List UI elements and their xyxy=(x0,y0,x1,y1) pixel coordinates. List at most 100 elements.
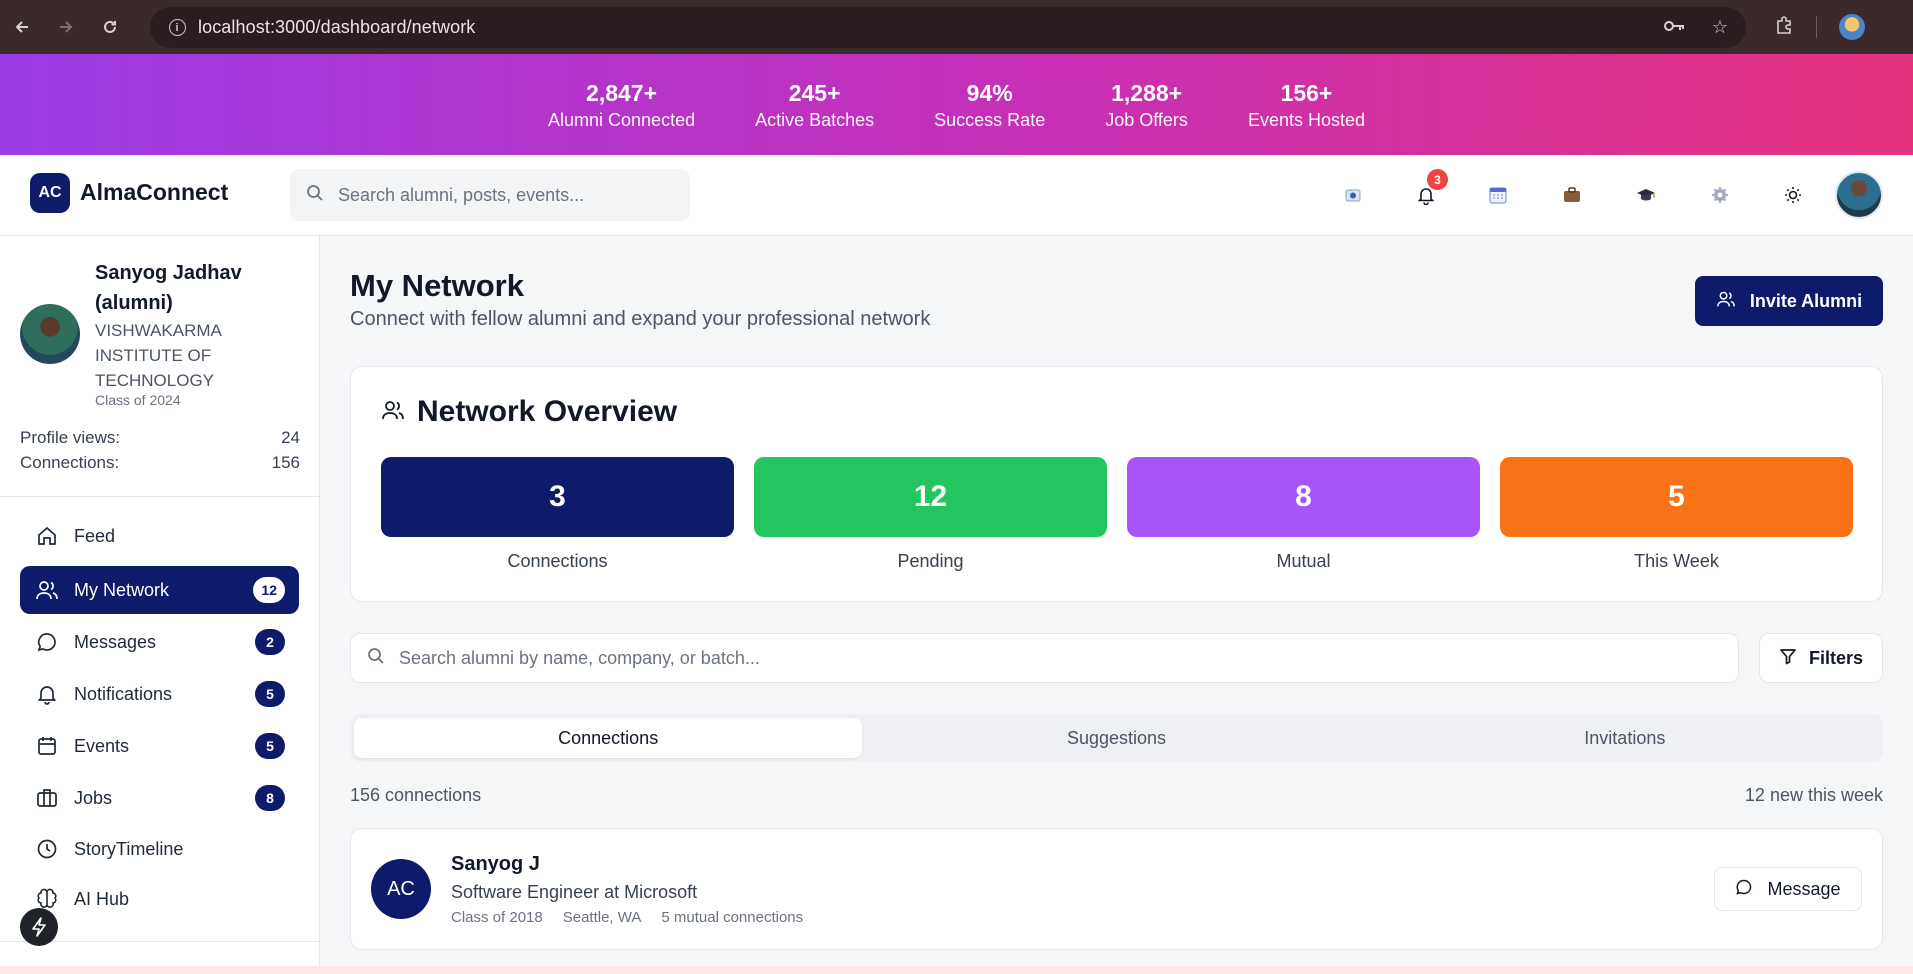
url-text: localhost:3000/dashboard/network xyxy=(198,17,476,37)
stat-value: 2,847+ xyxy=(586,79,658,106)
overview-pending-card[interactable]: 12 xyxy=(754,457,1107,537)
profile-views-row: Profile views: 24 xyxy=(20,428,300,448)
notification-count-badge: 3 xyxy=(1427,169,1448,190)
sidebar-item-label: My Network xyxy=(74,579,170,600)
profile-school: VISHWAKARMA INSTITUTE OF TECHNOLOGY xyxy=(95,321,221,390)
stats-banner: 2,847+ Alumni Connected 245+ Active Batc… xyxy=(0,54,1913,155)
tab-suggestions[interactable]: Suggestions xyxy=(862,718,1370,758)
briefcase-icon[interactable] xyxy=(1554,177,1590,213)
connection-location: Seattle, WA xyxy=(562,909,642,926)
global-search-input[interactable] xyxy=(338,184,658,206)
connection-card[interactable]: AC Sanyog J Software Engineer at Microso… xyxy=(350,828,1883,950)
connection-mutual: 5 mutual connections xyxy=(661,909,804,926)
quick-action-bolt-icon[interactable] xyxy=(20,908,58,946)
key-icon[interactable] xyxy=(1663,17,1686,38)
calendar-icon[interactable] xyxy=(1480,177,1516,213)
back-icon[interactable] xyxy=(0,0,44,54)
sidebar-item-events[interactable]: Events 5 xyxy=(20,722,299,770)
user-avatar[interactable] xyxy=(1835,171,1883,219)
sidebar: Sanyog Jadhav (alumni) VISHWAKARMA INSTI… xyxy=(0,236,320,974)
connection-name[interactable]: Sanyog J xyxy=(451,853,540,876)
sidebar-divider xyxy=(0,496,320,497)
users-icon xyxy=(20,579,74,601)
sidebar-item-label: Messages xyxy=(74,631,157,652)
filters-label: Filters xyxy=(1808,647,1864,668)
sidebar-item-label: StoryTimeline xyxy=(74,838,184,859)
address-bar[interactable]: i localhost:3000/dashboard/network ☆ xyxy=(150,7,1746,48)
sidebar-item-label: AI Hub xyxy=(74,888,130,909)
message-label: Message xyxy=(1767,878,1841,899)
stat-label: Job Offers xyxy=(1105,109,1188,130)
app-name[interactable]: AlmaConnect xyxy=(80,179,228,206)
message-icon xyxy=(20,631,74,653)
stat-value: 94% xyxy=(966,79,1013,106)
profile-name[interactable]: Sanyog Jadhav (alumni) xyxy=(95,258,305,318)
message-icon xyxy=(1735,878,1753,901)
users-icon xyxy=(1716,290,1736,313)
alumni-search-input[interactable] xyxy=(399,647,1699,669)
sidebar-item-label: Events xyxy=(74,735,130,756)
sidebar-item-my-network[interactable]: My Network 12 xyxy=(20,566,299,614)
connections-row: Connections: 156 xyxy=(20,453,300,473)
bookmark-star-icon[interactable]: ☆ xyxy=(1712,17,1728,38)
reload-icon[interactable] xyxy=(88,0,132,54)
connection-avatar[interactable]: AC xyxy=(371,859,431,919)
stat-label: Alumni Connected xyxy=(548,109,696,130)
profile-class: Class of 2024 xyxy=(95,392,181,408)
sidebar-item-ai-hub[interactable]: AI Hub xyxy=(20,875,299,923)
page-subtitle: Connect with fellow alumni and expand yo… xyxy=(350,308,931,330)
profile-views-label: Profile views: xyxy=(20,428,121,447)
network-overview-title: Network Overview xyxy=(381,395,677,429)
stat-label: Active Batches xyxy=(755,109,875,130)
site-info-icon[interactable]: i xyxy=(156,19,198,36)
network-tabs: Connections Suggestions Invitations xyxy=(350,714,1883,762)
connections-label: Connections: xyxy=(20,453,120,472)
calendar-icon xyxy=(20,735,74,757)
stat-active-batches: 245+ Active Batches xyxy=(725,78,904,132)
overview-mutual-card[interactable]: 8 xyxy=(1127,457,1480,537)
stat-success-rate: 94% Success Rate xyxy=(904,78,1075,132)
invite-alumni-button[interactable]: Invite Alumni xyxy=(1695,276,1883,326)
clock-icon xyxy=(20,838,74,860)
camera-icon[interactable] xyxy=(1335,177,1371,213)
graduation-cap-icon[interactable] xyxy=(1628,177,1664,213)
browser-profile-avatar[interactable] xyxy=(1839,14,1865,40)
message-button[interactable]: Message xyxy=(1714,867,1862,911)
notifications-bell-icon[interactable]: 3 xyxy=(1408,169,1448,213)
tab-invitations[interactable]: Invitations xyxy=(1371,718,1879,758)
search-icon xyxy=(306,184,324,207)
sidebar-item-feed[interactable]: Feed xyxy=(20,512,299,560)
new-this-week: 12 new this week xyxy=(1744,785,1883,805)
logo[interactable]: AC xyxy=(30,173,70,213)
bottom-strip xyxy=(0,966,1913,974)
overview-this-week-card[interactable]: 5 xyxy=(1500,457,1853,537)
sidebar-item-label: Notifications xyxy=(74,683,173,704)
connections-value: 156 xyxy=(271,453,300,472)
extensions-icon[interactable] xyxy=(1774,15,1794,40)
invite-alumni-label: Invite Alumni xyxy=(1749,290,1863,311)
sidebar-item-jobs[interactable]: Jobs 8 xyxy=(20,774,299,822)
network-overview-heading: Network Overview xyxy=(417,395,678,428)
bell-icon xyxy=(20,683,74,705)
connection-meta: Class of 2018 Seattle, WA 5 mutual conne… xyxy=(451,909,803,926)
page-title: My Network xyxy=(350,268,524,303)
forward-icon[interactable] xyxy=(44,0,88,54)
sidebar-item-badge: 12 xyxy=(253,577,285,603)
overview-mutual-label: Mutual xyxy=(1276,551,1331,571)
settings-gear-icon[interactable] xyxy=(1702,177,1738,213)
global-search[interactable] xyxy=(290,169,690,221)
filter-icon xyxy=(1779,647,1797,670)
sidebar-item-storytimeline[interactable]: StoryTimeline xyxy=(20,825,299,873)
connection-class: Class of 2018 xyxy=(451,909,543,926)
sidebar-item-label: Jobs xyxy=(74,787,113,808)
theme-sun-icon[interactable] xyxy=(1775,177,1811,213)
alumni-search[interactable] xyxy=(350,633,1739,683)
sidebar-item-messages[interactable]: Messages 2 xyxy=(20,618,299,666)
sidebar-item-notifications[interactable]: Notifications 5 xyxy=(20,670,299,718)
tab-connections[interactable]: Connections xyxy=(354,718,863,758)
overview-connections-card[interactable]: 3 xyxy=(381,457,734,537)
filters-button[interactable]: Filters xyxy=(1759,633,1883,683)
sidebar-item-badge: 2 xyxy=(255,629,285,655)
profile-avatar[interactable] xyxy=(20,304,80,364)
stat-events-hosted: 156+ Events Hosted xyxy=(1218,78,1395,132)
